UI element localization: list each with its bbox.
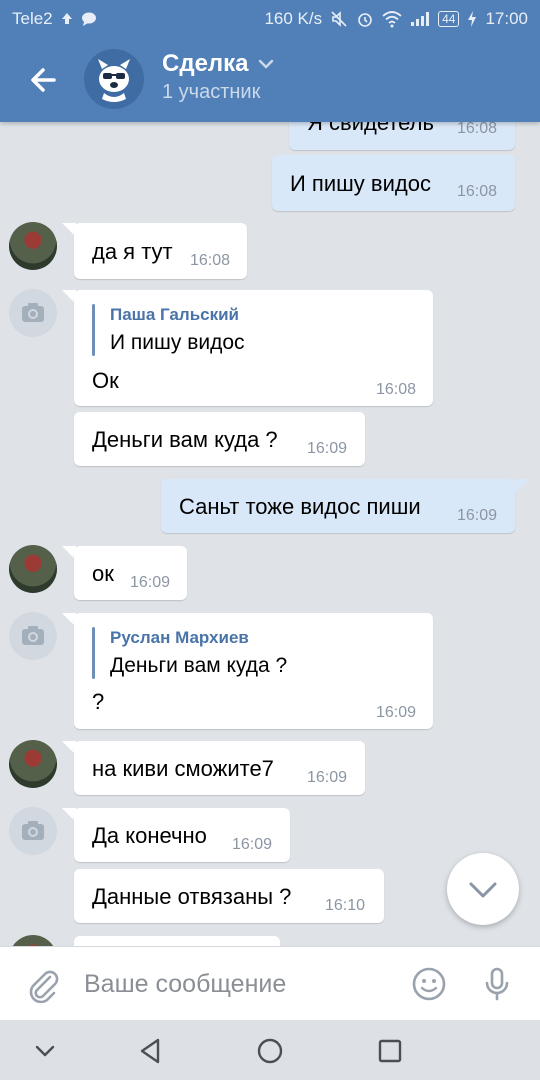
message-time: 16:08 xyxy=(457,183,498,200)
microphone-icon xyxy=(485,967,509,1001)
system-navigation-bar xyxy=(0,1020,540,1080)
message-text: И пишу видос xyxy=(290,171,431,196)
back-button[interactable] xyxy=(24,60,64,100)
message-time: 16:09 xyxy=(457,507,498,524)
user-avatar[interactable] xyxy=(9,935,57,946)
quote-bar xyxy=(92,627,95,679)
nav-down-icon xyxy=(35,1045,55,1057)
message-bubble-outgoing[interactable]: Я свидетель 16:08 xyxy=(289,122,515,150)
charging-icon xyxy=(468,11,477,27)
message-bubble-outgoing[interactable]: Саньт тоже видос пиши 16:09 xyxy=(161,479,515,533)
chat-title[interactable]: Сделка xyxy=(162,50,275,78)
user-avatar[interactable] xyxy=(9,740,57,788)
message-text: Я свидетель xyxy=(307,122,434,135)
camera-avatar[interactable] xyxy=(9,807,57,855)
signal-icon xyxy=(411,12,430,26)
chat-subtitle: 1 участник xyxy=(162,81,261,103)
message-bubble-incoming[interactable]: на киви сможите7 16:09 xyxy=(74,741,365,795)
message-bubble-incoming[interactable]: Деньги вам куда ? 16:09 xyxy=(74,412,365,466)
message-time: 16:08 xyxy=(376,381,417,398)
message-composer xyxy=(0,946,540,1020)
message-bubble-incoming-reply[interactable]: Паша Гальский И пишу видос Ок 16:08 xyxy=(74,290,433,406)
message-bubble-incoming[interactable]: ок 16:09 xyxy=(74,546,187,600)
message-bubble-incoming-reply[interactable]: Руслан Мархиев Деньги вам куда ? ? 16:09 xyxy=(74,613,433,729)
camera-icon xyxy=(22,626,44,645)
message-text: на киви сможите7 xyxy=(92,756,274,781)
nav-back-icon xyxy=(140,1038,160,1064)
message-time: 16:09 xyxy=(232,836,273,853)
scroll-to-bottom-button[interactable] xyxy=(447,853,519,925)
camera-avatar[interactable] xyxy=(9,289,57,337)
camera-icon xyxy=(22,303,44,322)
nav-recent-button[interactable] xyxy=(373,1034,407,1068)
dog-logo-icon xyxy=(98,59,130,102)
message-time: 16:08 xyxy=(457,122,498,137)
message-text: Данные отвязаны ? xyxy=(92,884,292,909)
carrier-label: Tele2 xyxy=(12,9,53,28)
clock: 17:00 xyxy=(485,9,528,28)
message-time: 16:10 xyxy=(325,897,366,914)
smiley-icon xyxy=(412,967,446,1001)
message-bubble-incoming[interactable] xyxy=(74,936,280,946)
message-time: 16:09 xyxy=(130,574,171,591)
nav-back-button[interactable] xyxy=(133,1034,167,1068)
battery-level: 44 xyxy=(438,11,460,27)
emoji-button[interactable] xyxy=(410,965,448,1003)
message-text: ок xyxy=(92,561,114,586)
camera-avatar[interactable] xyxy=(9,612,57,660)
upload-icon xyxy=(61,13,72,24)
message-text: ? xyxy=(92,689,105,714)
message-time: 16:09 xyxy=(376,704,417,721)
message-bubble-outgoing[interactable]: И пишу видос 16:08 xyxy=(272,155,515,211)
message-time: 16:09 xyxy=(307,440,348,457)
voice-message-button[interactable] xyxy=(478,965,516,1003)
message-text: да я тут xyxy=(92,239,173,264)
chat-title-text: Сделка xyxy=(162,50,249,77)
arrow-left-icon xyxy=(31,68,56,92)
message-text: Ок xyxy=(92,368,119,393)
camera-icon xyxy=(22,821,44,840)
message-text: Саньт тоже видос пиши xyxy=(179,494,421,519)
chevron-down-icon xyxy=(469,882,497,898)
chat-header: Tele2 160 K/s 44 17:00 Сделка 1 участник xyxy=(0,0,540,122)
message-list[interactable]: Я свидетель 16:08 И пишу видос 16:08 да … xyxy=(0,122,540,946)
message-time: 16:09 xyxy=(307,769,348,786)
network-speed: 160 K/s xyxy=(264,9,323,28)
nav-down-button[interactable] xyxy=(28,1034,62,1068)
message-input[interactable] xyxy=(84,965,384,1003)
message-text: Деньги вам куда ? xyxy=(92,427,278,452)
quote-text: Деньги вам куда ? xyxy=(110,654,288,677)
paperclip-icon xyxy=(29,970,59,1004)
attach-button[interactable] xyxy=(24,965,62,1004)
quote-bar xyxy=(92,304,95,356)
user-avatar[interactable] xyxy=(9,545,57,593)
message-bubble-incoming[interactable]: Да конечно 16:09 xyxy=(74,808,290,862)
chevron-down-icon xyxy=(258,59,273,69)
message-time: 16:08 xyxy=(190,252,231,269)
user-avatar[interactable] xyxy=(9,222,57,270)
alarm-icon xyxy=(358,13,372,27)
message-bubble-incoming[interactable]: да я тут 16:08 xyxy=(74,223,247,279)
mute-icon xyxy=(331,11,347,27)
message-text: Да конечно xyxy=(92,823,207,848)
quote-author[interactable]: Руслан Мархиев xyxy=(110,628,249,648)
bubble-tail xyxy=(515,479,529,493)
wifi-icon xyxy=(382,11,402,28)
message-icon xyxy=(81,12,96,26)
nav-home-button[interactable] xyxy=(253,1034,287,1068)
nav-recent-icon xyxy=(378,1039,402,1063)
chat-avatar[interactable] xyxy=(84,49,144,109)
status-bar: Tele2 160 K/s 44 17:00 xyxy=(0,0,540,38)
quote-text: И пишу видос xyxy=(110,331,245,354)
message-bubble-incoming[interactable]: Данные отвязаны ? 16:10 xyxy=(74,869,384,923)
quote-author[interactable]: Паша Гальский xyxy=(110,305,239,325)
nav-home-icon xyxy=(257,1038,283,1064)
